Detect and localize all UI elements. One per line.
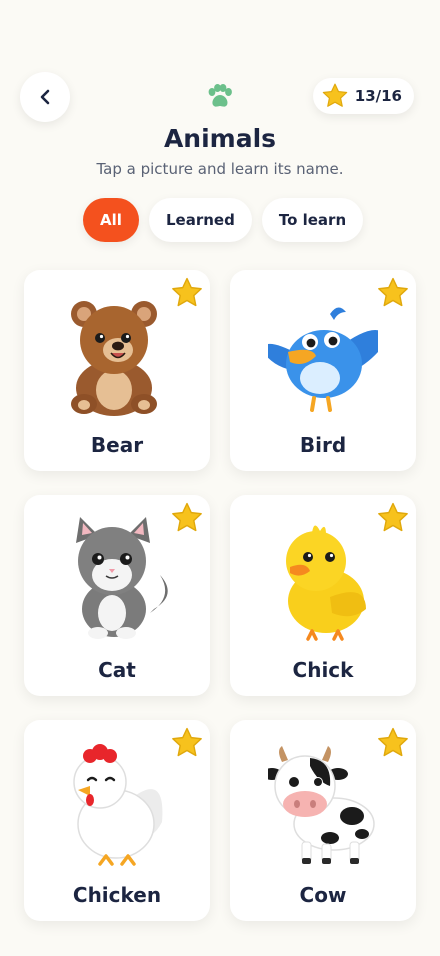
animal-card-chicken[interactable]: Chicken — [24, 720, 210, 921]
filter-all[interactable]: All — [83, 198, 139, 242]
star-icon — [378, 502, 408, 532]
stars-counter: 13/16 — [312, 78, 414, 114]
paw-icon — [208, 84, 232, 107]
animal-name: Bird — [299, 433, 347, 457]
star-icon — [378, 727, 408, 757]
star-icon — [172, 277, 202, 307]
page-title: Animals — [163, 124, 277, 153]
back-button[interactable] — [20, 72, 70, 122]
chick-image — [286, 525, 366, 641]
star-icon — [322, 83, 348, 107]
animal-name: Cat — [98, 658, 136, 682]
chicken-image — [73, 744, 163, 866]
filter-to-learn[interactable]: To learn — [261, 198, 364, 242]
animal-name: Cow — [299, 883, 347, 907]
animal-card-bear[interactable]: Bear — [24, 270, 210, 471]
bear-image — [71, 301, 157, 416]
animal-card-cow[interactable]: Cow — [230, 720, 416, 921]
bird-image — [268, 307, 378, 412]
animal-card-bird[interactable]: Bird — [230, 270, 416, 471]
page-subtitle: Tap a picture and learn its name. — [96, 160, 344, 178]
animal-card-chick[interactable]: Chick — [230, 495, 416, 696]
chevron-left-icon — [40, 89, 50, 105]
animal-name: Chicken — [72, 883, 162, 907]
filter-learned[interactable]: Learned — [149, 198, 252, 242]
star-icon — [172, 502, 202, 532]
animal-name: Chick — [292, 658, 354, 682]
animal-card-cat[interactable]: Cat — [24, 495, 210, 696]
star-icon — [378, 277, 408, 307]
cat-image — [76, 517, 168, 639]
cow-image — [268, 746, 375, 864]
stars-count: 13/16 — [354, 87, 402, 105]
filter-tabs: All Learned To learn — [83, 198, 364, 242]
star-icon — [172, 727, 202, 757]
animal-name: Bear — [90, 433, 144, 457]
animal-grid: Bear Bird Cat Chick Chicken Cow — [24, 270, 416, 921]
